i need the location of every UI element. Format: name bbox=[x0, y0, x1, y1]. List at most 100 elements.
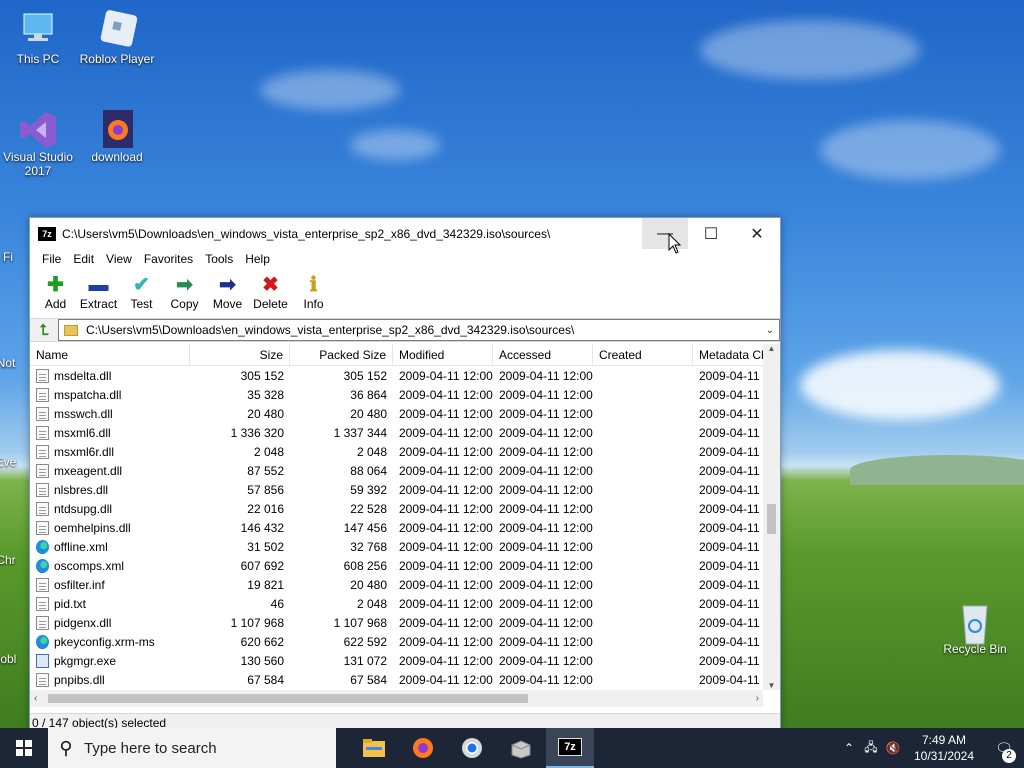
column-header-accessed[interactable]: Accessed bbox=[493, 344, 593, 365]
taskbar-7zip[interactable]: 7z bbox=[546, 728, 594, 768]
vertical-scroll-thumb[interactable] bbox=[767, 504, 776, 534]
file-row[interactable]: mspatcha.dll 35 328 36 864 2009-04-11 12:00… bbox=[30, 385, 780, 404]
horizontal-scroll-thumb[interactable] bbox=[48, 694, 528, 703]
file-row[interactable]: osfilter.inf 19 821 20 480 2009-04-11 12:00… bbox=[30, 575, 780, 594]
vertical-scrollbar[interactable]: ▲ ▼ bbox=[763, 344, 780, 690]
file-accessed-cell: 2009-04-11 12:00 bbox=[499, 539, 593, 554]
maximize-button[interactable]: ☐ bbox=[688, 218, 734, 249]
desktop-icon-label: This PC bbox=[16, 52, 60, 66]
file-name: msdelta.dll bbox=[54, 368, 112, 383]
column-header-modified[interactable]: Modified bbox=[393, 344, 493, 365]
file-row[interactable]: pkeyconfig.xrm-ms 620 662 622 592 2009-04-1… bbox=[30, 632, 780, 651]
file-size-cell: 620 662 bbox=[240, 634, 284, 649]
file-icon bbox=[36, 672, 49, 687]
file-name: pidgenx.dll bbox=[54, 615, 112, 630]
file-size-cell: 20 480 bbox=[247, 406, 284, 421]
toolbar: ✚ Add ▬ Extract ✔ Test ➡ Copy ➡ Move ✖ D… bbox=[30, 269, 780, 319]
clock[interactable]: 7:49 AM 10/31/2024 bbox=[904, 732, 984, 764]
network-icon[interactable]: 🖧 bbox=[860, 738, 882, 759]
extract-button[interactable]: ▬ Extract bbox=[77, 269, 120, 311]
info-button[interactable]: ℹ Info bbox=[292, 269, 335, 311]
file-row[interactable]: msswch.dll 20 480 20 480 2009-04-11 12:00 20… bbox=[30, 404, 780, 423]
menu-tools[interactable]: Tools bbox=[199, 252, 239, 266]
clock-time: 7:49 AM bbox=[921, 733, 967, 747]
column-header-created[interactable]: Created bbox=[593, 344, 693, 365]
horizontal-scrollbar[interactable]: ‹ › bbox=[30, 690, 763, 707]
column-header-packed-size[interactable]: Packed Size bbox=[290, 344, 393, 365]
file-modified-cell: 2009-04-11 12:00 bbox=[399, 425, 493, 440]
scroll-right-icon[interactable]: › bbox=[756, 690, 759, 707]
menu-view[interactable]: View bbox=[100, 252, 138, 266]
visual-studio-icon bbox=[16, 108, 60, 148]
notification-center-button[interactable]: 🗨 2 bbox=[984, 740, 1024, 763]
desktop-icon-visual-studio[interactable]: Visual Studio 2017 bbox=[0, 108, 76, 178]
taskbar-search-box[interactable]: ⚲ Type here to search bbox=[48, 728, 336, 768]
chevron-up-icon[interactable]: ⌃ bbox=[838, 741, 860, 755]
delete-button[interactable]: ✖ Delete bbox=[249, 269, 292, 311]
file-size-cell: 2 048 bbox=[253, 444, 284, 459]
file-row[interactable]: pkgmgr.exe 130 560 131 072 2009-04-11 12:00… bbox=[30, 651, 780, 670]
test-button[interactable]: ✔ Test bbox=[120, 269, 163, 311]
file-row[interactable]: pidgenx.dll 1 107 968 1 107 968 2009-04-11 … bbox=[30, 613, 780, 632]
chevron-down-icon[interactable]: ⌄ bbox=[761, 325, 779, 336]
column-header-size[interactable]: Size bbox=[190, 344, 290, 365]
menu-edit[interactable]: Edit bbox=[67, 252, 100, 266]
file-size-cell: 607 692 bbox=[240, 558, 284, 573]
file-name-cell: osfilter.inf bbox=[30, 577, 190, 592]
file-name-cell: msxml6.dll bbox=[30, 425, 190, 440]
address-bar[interactable]: C:\Users\vm5\Downloads\en_windows_vista_… bbox=[58, 319, 780, 341]
file-list: Name Size Packed Size Modified Accessed … bbox=[30, 344, 780, 690]
file-row[interactable]: oemhelpins.dll 146 432 147 456 2009-04-11 1… bbox=[30, 518, 780, 537]
scroll-down-icon[interactable]: ▼ bbox=[763, 681, 780, 690]
file-accessed-cell: 2009-04-11 12:00 bbox=[499, 577, 593, 592]
taskbar-installer-app[interactable] bbox=[497, 728, 545, 768]
check-icon: ✔ bbox=[133, 274, 150, 296]
file-metadata-changed-cell: 2009-04-11 1 bbox=[699, 425, 769, 440]
copy-button[interactable]: ➡ Copy bbox=[163, 269, 206, 311]
file-row[interactable]: ntdsupg.dll 22 016 22 528 2009-04-11 12:00 2… bbox=[30, 499, 780, 518]
copy-arrow-icon: ➡ bbox=[176, 274, 193, 296]
taskbar-file-explorer[interactable] bbox=[350, 728, 398, 768]
file-name-cell: mxeagent.dll bbox=[30, 463, 190, 478]
up-folder-button[interactable]: ⮤ bbox=[30, 319, 58, 341]
file-row[interactable]: msdelta.dll 305 152 305 152 2009-04-11 12:0… bbox=[30, 366, 780, 385]
start-button[interactable] bbox=[0, 728, 48, 768]
menu-file[interactable]: File bbox=[36, 252, 67, 266]
move-button[interactable]: ➡ Move bbox=[206, 269, 249, 311]
chrome-icon bbox=[462, 738, 482, 758]
plus-icon: ✚ bbox=[47, 274, 64, 296]
file-row[interactable]: nlsbres.dll 57 856 59 392 2009-04-11 12:00 2… bbox=[30, 480, 780, 499]
desktop-icon-this-pc[interactable]: This PC bbox=[0, 10, 76, 66]
file-metadata-changed-cell: 2009-04-11 1 bbox=[699, 558, 769, 573]
column-header-metadata-changed[interactable]: Metadata Ch bbox=[693, 344, 769, 365]
taskbar-firefox[interactable] bbox=[399, 728, 447, 768]
file-row[interactable]: offline.xml 31 502 32 768 2009-04-11 12:00 2… bbox=[30, 537, 780, 556]
menu-favorites[interactable]: Favorites bbox=[138, 252, 199, 266]
scroll-up-icon[interactable]: ▲ bbox=[763, 344, 780, 353]
taskbar-chrome[interactable] bbox=[448, 728, 496, 768]
file-row[interactable]: msxml6r.dll 2 048 2 048 2009-04-11 12:00 200… bbox=[30, 442, 780, 461]
column-header-name[interactable]: Name bbox=[30, 344, 190, 365]
cloud bbox=[350, 130, 440, 160]
file-name: oscomps.xml bbox=[54, 558, 125, 573]
file-row[interactable]: msxml6.dll 1 336 320 1 337 344 2009-04-11 1… bbox=[30, 423, 780, 442]
desktop-icon-download[interactable]: download bbox=[79, 108, 155, 164]
file-name: msswch.dll bbox=[54, 406, 113, 421]
file-metadata-changed-cell: 2009-04-11 1 bbox=[699, 653, 769, 668]
file-packed-size-cell: 32 768 bbox=[350, 539, 387, 554]
volume-muted-icon[interactable]: 🔇 bbox=[882, 741, 904, 755]
close-button[interactable]: ✕ bbox=[734, 218, 780, 249]
menu-help[interactable]: Help bbox=[239, 252, 276, 266]
file-row[interactable]: mxeagent.dll 87 552 88 064 2009-04-11 12:00… bbox=[30, 461, 780, 480]
file-row[interactable]: pid.txt 46 2 048 2009-04-11 12:00 2009-04-11… bbox=[30, 594, 780, 613]
desktop-icon-roblox-player[interactable]: Roblox Player bbox=[79, 10, 155, 66]
file-size-cell: 1 107 968 bbox=[230, 615, 284, 630]
file-packed-size-cell: 622 592 bbox=[343, 634, 387, 649]
file-row[interactable]: pnpibs.dll 67 584 67 584 2009-04-11 12:00 20… bbox=[30, 670, 780, 689]
file-size-cell: 67 584 bbox=[247, 672, 284, 687]
desktop-icon-recycle-bin[interactable]: Recycle Bin bbox=[937, 600, 1013, 656]
file-size-cell: 57 856 bbox=[247, 482, 284, 497]
file-row[interactable]: oscomps.xml 607 692 608 256 2009-04-11 12:0… bbox=[30, 556, 780, 575]
add-button[interactable]: ✚ Add bbox=[34, 269, 77, 311]
scroll-left-icon[interactable]: ‹ bbox=[34, 690, 37, 707]
